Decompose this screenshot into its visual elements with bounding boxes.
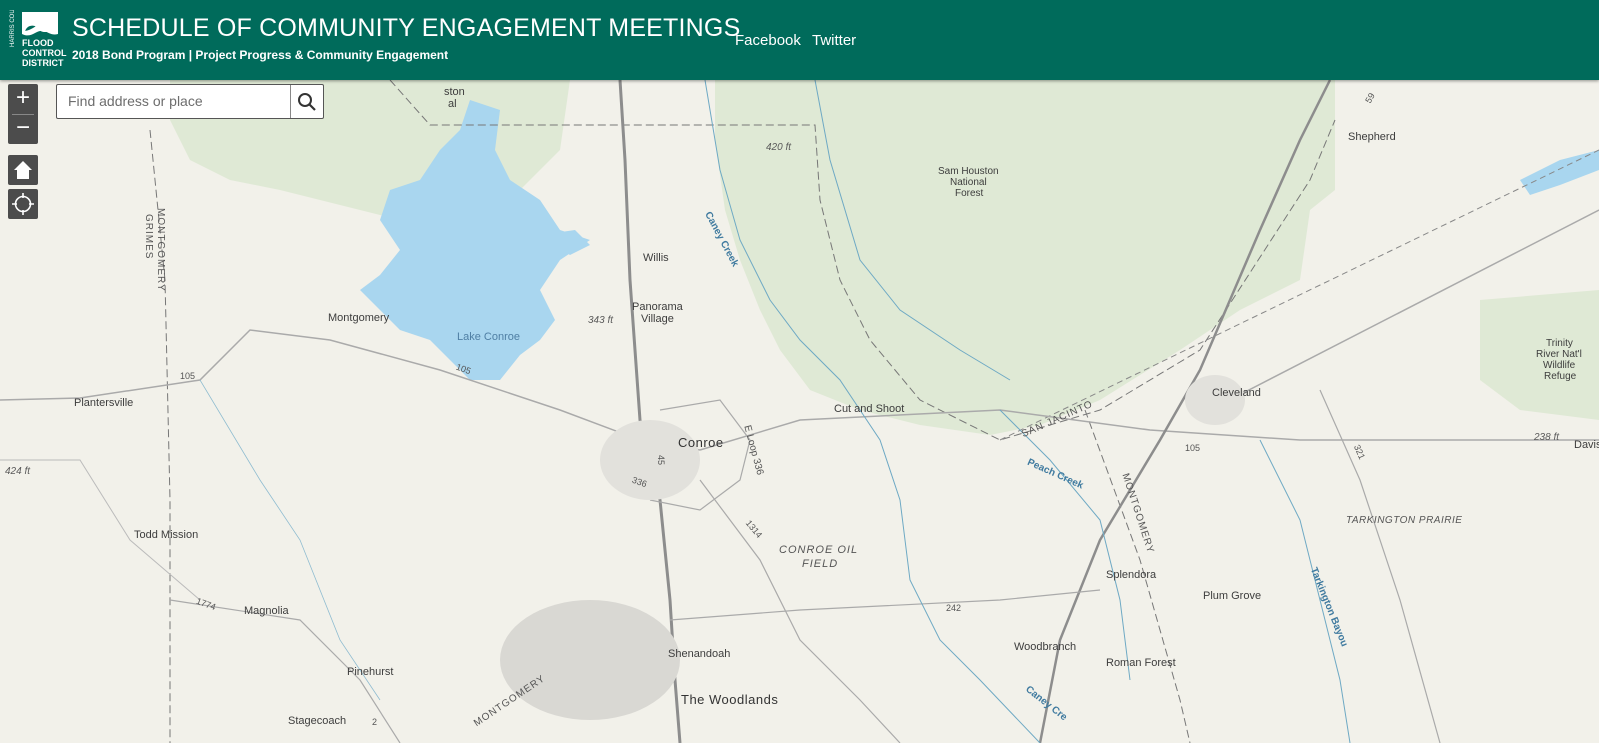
highway-105-east: [699, 409, 1599, 451]
hcfcd-logo: HARRIS COUNTY FLOOD CONTROL DISTRICT: [8, 0, 67, 72]
highway-242: [669, 589, 1101, 621]
urban-woodlands: [500, 600, 680, 720]
label-elevation-343: 343 ft: [588, 315, 614, 326]
label-woodbranch: Woodbranch: [1014, 641, 1077, 653]
label-elevation-424: 424 ft: [5, 466, 31, 477]
home-icon: [14, 161, 32, 179]
urban-cleveland: [1185, 375, 1245, 425]
label-conroe-oil: CONROE OIL: [779, 544, 859, 556]
label-panorama: Panorama: [632, 301, 683, 313]
zoom-out-button[interactable]: −: [8, 114, 38, 144]
label-grimes-county: GRIMES: [143, 214, 154, 260]
label-roman-forest: Roman Forest: [1106, 657, 1176, 669]
highway-105-west: [0, 329, 701, 451]
label-tarkington-prairie: TARKINGTON PRAIRIE: [1346, 515, 1463, 526]
map-view[interactable]: Conroe The Woodlands Willis Panorama Vil…: [0, 80, 1599, 743]
zoom-in-button[interactable]: +: [8, 84, 38, 114]
facebook-link[interactable]: Facebook: [735, 32, 801, 49]
highway-321: [1319, 389, 1441, 743]
logo-county-text: HARRIS COUNTY: [10, 10, 16, 47]
label-ston: ston: [444, 86, 465, 98]
river-east: [1520, 150, 1599, 195]
label-davis: Davis: [1574, 439, 1599, 451]
label-magnolia: Magnolia: [244, 605, 289, 617]
label-shepherd: Shepherd: [1348, 131, 1396, 143]
page-subtitle: 2018 Bond Program | Project Progress & C…: [72, 48, 449, 62]
label-shenandoah: Shenandoah: [668, 648, 731, 660]
label-splendora: Splendora: [1106, 569, 1157, 581]
zoom-divider: [12, 114, 34, 115]
label-village: Village: [641, 313, 674, 325]
creek-west: [199, 379, 381, 701]
label-willis: Willis: [643, 252, 669, 264]
label-trinity-4: Refuge: [1544, 371, 1577, 382]
creek-peach: [999, 409, 1131, 681]
label-hwy-242: 242: [946, 603, 962, 613]
search-box: [56, 84, 324, 119]
label-elevation-238: 238 ft: [1534, 432, 1560, 443]
locate-button[interactable]: [8, 189, 38, 219]
label-elevation-420: 420 ft: [766, 142, 792, 153]
logo-flood: FLOOD: [22, 38, 54, 48]
label-plantersville: Plantersville: [74, 397, 134, 409]
label-hwy-105-west: 105: [180, 371, 196, 381]
label-al: al: [448, 98, 457, 110]
twitter-link[interactable]: Twitter: [812, 32, 856, 49]
label-lake-conroe: Lake Conroe: [457, 331, 520, 343]
sam-houston-forest-area: [715, 80, 1335, 435]
label-the-woodlands: The Woodlands: [681, 692, 779, 707]
search-icon: [298, 93, 316, 111]
label-hwy-45: 45: [656, 454, 667, 466]
label-montgomery-city: Montgomery: [328, 312, 390, 324]
home-button[interactable]: [8, 155, 38, 185]
app-header: HARRIS COUNTY FLOOD CONTROL DISTRICT SCH…: [0, 0, 1599, 80]
label-cut-and-shoot: Cut and Shoot: [834, 403, 905, 415]
label-pinehurst: Pinehurst: [347, 666, 394, 678]
locate-icon: [12, 193, 34, 215]
urban-conroe: [600, 420, 700, 500]
creek-tarkington: [1259, 439, 1351, 743]
label-hwy-2: 2: [372, 717, 378, 727]
label-field: FIELD: [802, 558, 839, 570]
label-conroe: Conroe: [678, 435, 724, 450]
label-sam-houston-3: Forest: [955, 188, 984, 199]
label-montgomery-county-west: MONTGOMERY: [155, 208, 166, 292]
label-todd-mission: Todd Mission: [134, 529, 199, 541]
search-button[interactable]: [290, 85, 323, 118]
logo-control: CONTROL: [22, 48, 67, 58]
label-stagecoach: Stagecoach: [288, 715, 347, 727]
page-title: SCHEDULE OF COMMUNITY ENGAGEMENT MEETING…: [72, 14, 741, 42]
basemap-graphics: [0, 80, 1599, 743]
label-plum-grove: Plum Grove: [1203, 590, 1262, 602]
label-hwy-105-east: 105: [1185, 443, 1201, 453]
zoom-control: + −: [8, 84, 38, 144]
search-input[interactable]: [57, 85, 292, 116]
label-cleveland: Cleveland: [1212, 387, 1261, 399]
logo-district: DISTRICT: [22, 58, 64, 68]
